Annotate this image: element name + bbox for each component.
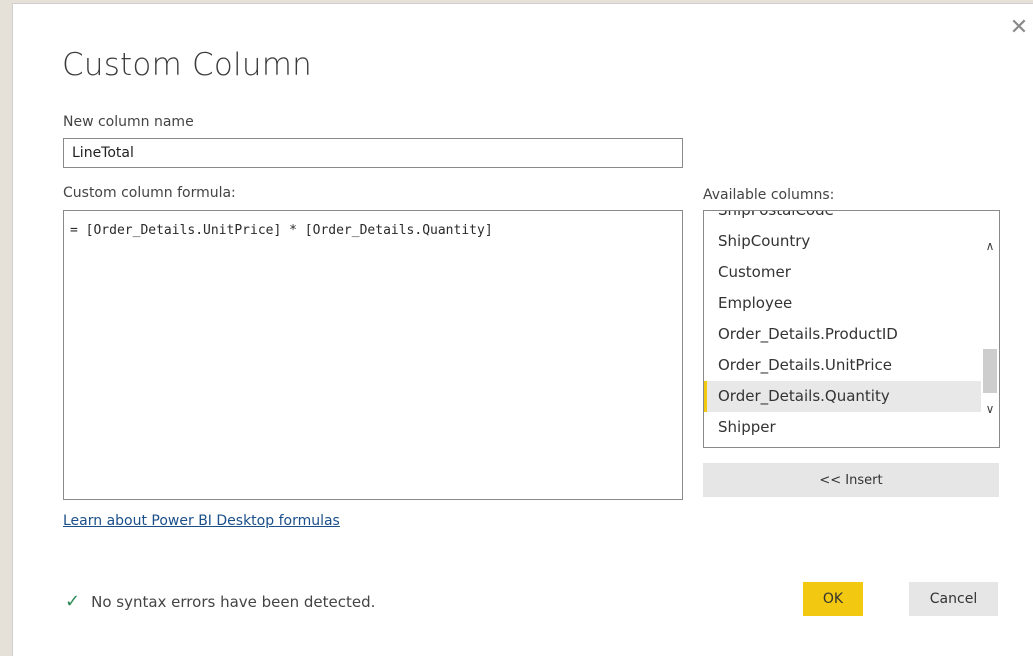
chevron-down-icon[interactable]: ∨ (983, 402, 997, 416)
column-item-quantity[interactable]: Order_Details.Quantity (704, 381, 982, 412)
column-item-unitprice[interactable]: Order_Details.UnitPrice (704, 350, 982, 381)
formula-editor[interactable]: = [Order_Details.UnitPrice] * [Order_Det… (63, 210, 683, 500)
available-columns-items: ShipPostalCode ShipCountry Customer Empl… (704, 211, 982, 443)
column-item-shipcountry[interactable]: ShipCountry (704, 226, 982, 257)
insert-button[interactable]: << Insert (703, 463, 999, 497)
checkmark-icon: ✓ (65, 591, 81, 612)
scrollbar-thumb[interactable] (983, 349, 997, 393)
column-item-customer[interactable]: Customer (704, 257, 982, 288)
column-name-input[interactable] (63, 138, 683, 168)
syntax-status-text: No syntax errors have been detected. (91, 593, 376, 611)
column-item-productid[interactable]: Order_Details.ProductID (704, 319, 982, 350)
dialog-title: Custom Column (62, 47, 312, 83)
column-item-shippostalcode[interactable]: ShipPostalCode (704, 211, 982, 226)
ok-button[interactable]: OK (803, 582, 863, 616)
chevron-up-icon[interactable]: ∧ (983, 239, 997, 253)
syntax-status: ✓ No syntax errors have been detected. (65, 591, 376, 612)
custom-column-dialog: ✕ Custom Column New column name Custom c… (12, 3, 1033, 656)
column-item-employee[interactable]: Employee (704, 288, 982, 319)
column-name-label: New column name (63, 114, 194, 130)
columns-scrollbar[interactable]: ∧ ∨ (981, 211, 999, 447)
formula-label: Custom column formula: (63, 185, 236, 201)
column-item-shipper[interactable]: Shipper (704, 412, 982, 443)
learn-formulas-link[interactable]: Learn about Power BI Desktop formulas (63, 513, 340, 529)
available-columns-label: Available columns: (703, 187, 835, 203)
available-columns-list[interactable]: ShipPostalCode ShipCountry Customer Empl… (703, 210, 1000, 448)
cancel-button[interactable]: Cancel (909, 582, 998, 616)
close-icon[interactable]: ✕ (1009, 17, 1029, 39)
